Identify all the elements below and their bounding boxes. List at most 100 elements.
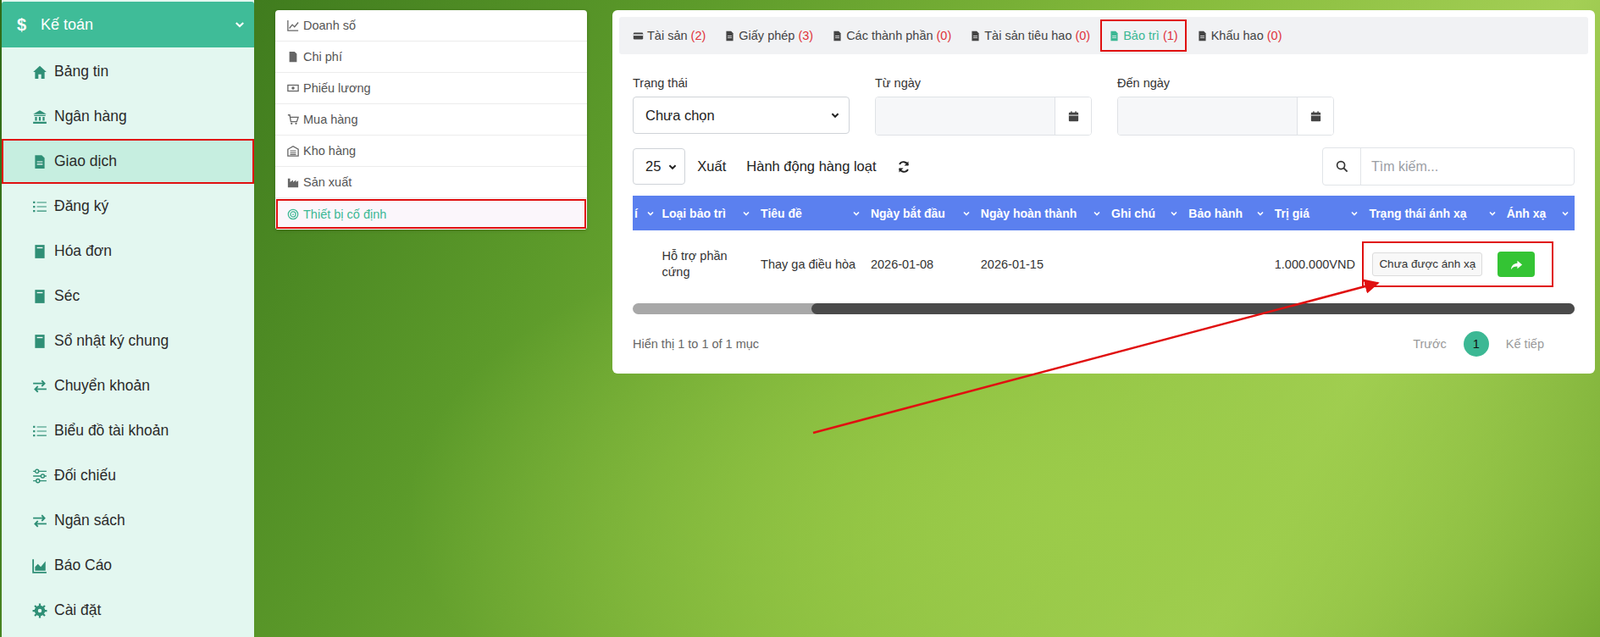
sidebar-item[interactable]: Chuyển khoản: [1, 363, 255, 409]
store-icon: [287, 144, 299, 157]
column-label: Ánh xạ: [1506, 206, 1547, 221]
map-button[interactable]: [1497, 251, 1535, 277]
toolbar-button[interactable]: Hành động hàng loạt: [737, 149, 885, 183]
page-size-select[interactable]: 25: [632, 148, 686, 185]
factory-icon: [287, 176, 299, 189]
calendar-button[interactable]: [1296, 97, 1334, 135]
next-page[interactable]: Kế tiếp: [1500, 333, 1550, 355]
calendar-icon: [1067, 110, 1080, 123]
table-cell: Thay ga điều hòa: [755, 230, 866, 299]
sidebar-item[interactable]: Ngân sách: [1, 498, 255, 543]
submenu-item[interactable]: Phiếu lương: [275, 72, 587, 105]
column-header[interactable]: í: [632, 195, 657, 231]
submenu-item[interactable]: Kho hàng: [275, 135, 587, 167]
sort-chevron-icon: [1561, 209, 1570, 218]
column-header[interactable]: Ánh xạ: [1501, 195, 1575, 231]
scrollbar-thumb[interactable]: [811, 303, 1575, 315]
dollar-icon: $: [16, 15, 29, 35]
mapping-cell: Chưa được ánh xạ: [1363, 230, 1575, 299]
search-box[interactable]: Tìm kiếm...: [1322, 147, 1575, 186]
tab-bar: Tài sản (2) Giấy phép (3) Các thành phần…: [619, 16, 1589, 55]
column-header[interactable]: Ngày bắt đầu: [865, 195, 976, 231]
tab-label: Tài sản tiêu hao: [984, 28, 1072, 43]
tab-count: (1): [1162, 28, 1179, 43]
page-number[interactable]: 1: [1463, 331, 1490, 357]
column-header[interactable]: Trạng thái ánh xạ: [1363, 195, 1501, 231]
page-size-value: 25: [645, 158, 661, 175]
column-header[interactable]: Loại bảo trì: [656, 195, 756, 231]
file-icon: [32, 154, 48, 170]
column-label: Tiêu đề: [760, 206, 803, 221]
table-row[interactable]: Hỗ trợ phần cứngThay ga điều hòa2026-01-…: [632, 230, 1575, 299]
sidebar-item-label: Ngân sách: [54, 511, 126, 530]
table-cell: 2026-01-15: [975, 230, 1107, 299]
column-header[interactable]: Ghi chú: [1106, 195, 1184, 231]
sort-chevron-icon: [741, 209, 751, 218]
submenu-item[interactable]: Thiết bị cố định: [275, 198, 587, 230]
sort-chevron-icon: [852, 209, 861, 218]
submenu: Doanh số Chi phí Phiếu lương Mua hàng Kh…: [275, 10, 587, 230]
refresh-icon: [896, 160, 911, 174]
submenu-item-label: Mua hàng: [303, 112, 359, 127]
pagination: Trước 1 Kế tiếp: [1407, 331, 1575, 357]
tab-count: (3): [797, 28, 814, 43]
sidebar-item-label: Giao dịch: [54, 152, 117, 171]
sidebar-header[interactable]: $ Kế toán: [1, 1, 255, 48]
content-area: Doanh số Chi phí Phiếu lương Mua hàng Kh…: [254, 0, 1600, 637]
status-select[interactable]: Chưa chọn: [632, 96, 850, 134]
tab[interactable]: Tài sản (2): [625, 21, 713, 50]
tab[interactable]: Tài sản tiêu hao (0): [963, 21, 1097, 50]
file-icon: [831, 30, 843, 42]
sidebar-item[interactable]: Bảng tin: [1, 49, 255, 95]
sidebar-item[interactable]: Báo Cáo: [1, 542, 255, 588]
column-header[interactable]: Tiêu đề: [755, 195, 866, 231]
date-input[interactable]: [1118, 97, 1297, 135]
tab[interactable]: Bảo trì (1): [1101, 21, 1185, 50]
calendar-button[interactable]: [1054, 97, 1091, 135]
search-button[interactable]: [1323, 148, 1362, 185]
sidebar-item[interactable]: Giao dịch: [1, 138, 255, 184]
date-field[interactable]: [874, 96, 1092, 136]
sidebar-item[interactable]: Hóa đơn: [1, 228, 255, 274]
prev-page[interactable]: Trước: [1407, 333, 1452, 355]
sort-chevron-icon: [1350, 209, 1359, 218]
sidebar-item[interactable]: Sổ nhật ký chung: [1, 318, 255, 364]
line-icon: [287, 19, 299, 32]
submenu-item-label: Sản xuất: [303, 175, 352, 189]
submenu-item[interactable]: Chi phí: [275, 41, 587, 73]
submenu-item[interactable]: Doanh số: [275, 10, 587, 42]
table-footer: Hiển thị 1 to 1 of 1 mục Trước 1 Kế tiếp: [632, 331, 1575, 357]
table-header-row: í Loại bảo trì Tiêu đề Ngày bắt đầu Ngày…: [632, 195, 1575, 231]
mapping-group: Chưa được ánh xạ: [1363, 243, 1552, 286]
sidebar-item-label: Séc: [54, 287, 80, 305]
toolbar-button[interactable]: Xuất: [688, 149, 735, 183]
search-input[interactable]: Tìm kiếm...: [1361, 148, 1574, 185]
horizontal-scrollbar[interactable]: [632, 303, 1575, 315]
panel-body: Trạng thái Chưa chọn Từ ngày Đến ngày 25…: [619, 76, 1589, 357]
chevron-down-icon: [830, 110, 841, 121]
submenu-item-label: Phiếu lương: [303, 81, 371, 95]
date-input[interactable]: [875, 97, 1055, 135]
submenu-item-label: Chi phí: [303, 49, 343, 64]
sidebar-item[interactable]: Ngân hàng: [1, 94, 255, 139]
submenu-item[interactable]: Mua hàng: [275, 104, 587, 136]
sidebar-item[interactable]: Biểu đồ tài khoản: [1, 408, 255, 454]
sidebar-item[interactable]: Cài đặt: [1, 587, 255, 633]
column-header[interactable]: Bảo hành: [1183, 195, 1269, 231]
sidebar-item-label: Báo Cáo: [54, 556, 112, 575]
share-arrow-icon: [1510, 258, 1523, 272]
tab[interactable]: Các thành phần (0): [824, 21, 958, 50]
refresh-button[interactable]: [888, 151, 920, 183]
list-icon: [32, 199, 48, 215]
sidebar-item[interactable]: Séc: [1, 273, 255, 319]
submenu-item[interactable]: Sản xuất: [275, 166, 587, 199]
sidebar-item[interactable]: Đăng ký: [1, 183, 255, 229]
date-field[interactable]: [1117, 96, 1335, 136]
credit-card-icon: [632, 30, 644, 42]
sort-chevron-icon: [1092, 209, 1102, 218]
tab[interactable]: Khấu hao (0): [1190, 21, 1290, 50]
sidebar-item[interactable]: Đối chiếu: [1, 453, 255, 499]
tab[interactable]: Giấy phép (3): [717, 21, 820, 50]
column-header[interactable]: Ngày hoàn thành: [975, 195, 1107, 231]
column-header[interactable]: Trị giá: [1269, 195, 1365, 231]
